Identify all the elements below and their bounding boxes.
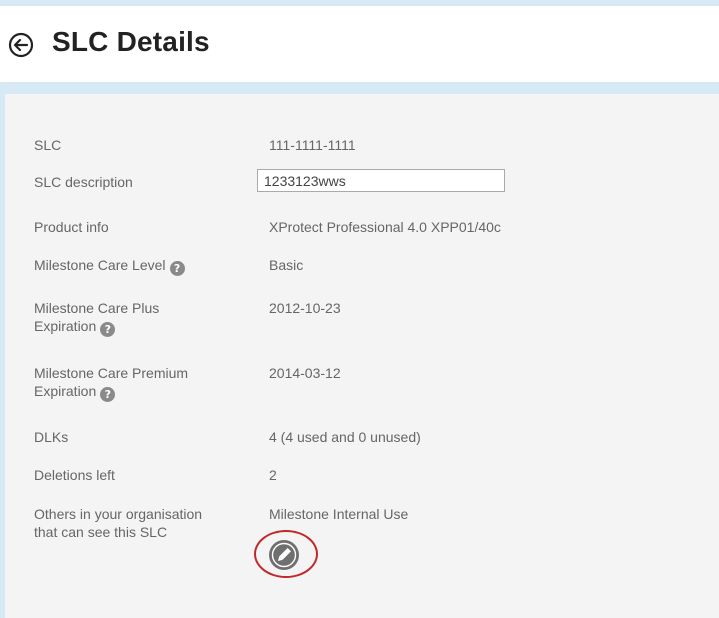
care-plus-label-line2: Expiration bbox=[34, 318, 97, 334]
others-label-line1: Others in your organisation bbox=[34, 506, 203, 522]
page-header: SLC Details bbox=[0, 6, 719, 82]
care-premium-label-line2: Expiration bbox=[34, 383, 97, 399]
help-icon[interactable]: ? bbox=[100, 387, 116, 402]
slc-value: 111-1111-1111 bbox=[269, 137, 356, 153]
care-plus-label-line1: Milestone Care Plus bbox=[34, 300, 160, 316]
others-label-line2: that can see this SLC bbox=[34, 524, 168, 540]
others-value: Milestone Internal Use bbox=[269, 506, 409, 522]
others-label: Others in your organisation that can see… bbox=[34, 505, 244, 541]
care-plus-label-line2-wrap: Expiration? bbox=[34, 317, 244, 337]
product-label: Product info bbox=[34, 219, 109, 235]
dlks-value: 4 (4 used and 0 unused) bbox=[269, 429, 421, 445]
care-premium-label: Milestone Care Premium Expiration? bbox=[34, 364, 244, 402]
deletions-label: Deletions left bbox=[34, 467, 115, 483]
care-premium-label-line2-wrap: Expiration? bbox=[34, 382, 244, 402]
care-premium-label-line1: Milestone Care Premium bbox=[34, 365, 189, 381]
page: SLC Details SLC 111-1111-1111 SLC descri… bbox=[0, 0, 719, 618]
care-level-label: Milestone Care Level? bbox=[34, 256, 244, 276]
page-title: SLC Details bbox=[52, 26, 210, 57]
product-value: XProtect Professional 4.0 XPP01/40c bbox=[269, 219, 501, 235]
care-premium-value: 2014-03-12 bbox=[269, 365, 341, 381]
care-plus-label: Milestone Care Plus Expiration? bbox=[34, 299, 244, 337]
highlight-ring bbox=[254, 530, 318, 578]
help-icon[interactable]: ? bbox=[169, 261, 185, 276]
description-label: SLC description bbox=[34, 174, 133, 190]
back-arrow-circle-icon[interactable] bbox=[8, 32, 34, 58]
care-level-value: Basic bbox=[269, 257, 304, 273]
help-icon[interactable]: ? bbox=[100, 322, 116, 337]
care-level-label-text: Milestone Care Level bbox=[34, 257, 166, 273]
deletions-value: 2 bbox=[269, 467, 277, 483]
slc-label: SLC bbox=[34, 137, 62, 153]
dlks-label: DLKs bbox=[34, 429, 69, 445]
slc-description-input[interactable] bbox=[257, 169, 505, 192]
care-plus-value: 2012-10-23 bbox=[269, 300, 341, 316]
details-panel: SLC 111-1111-1111 SLC description Produc… bbox=[5, 94, 719, 618]
